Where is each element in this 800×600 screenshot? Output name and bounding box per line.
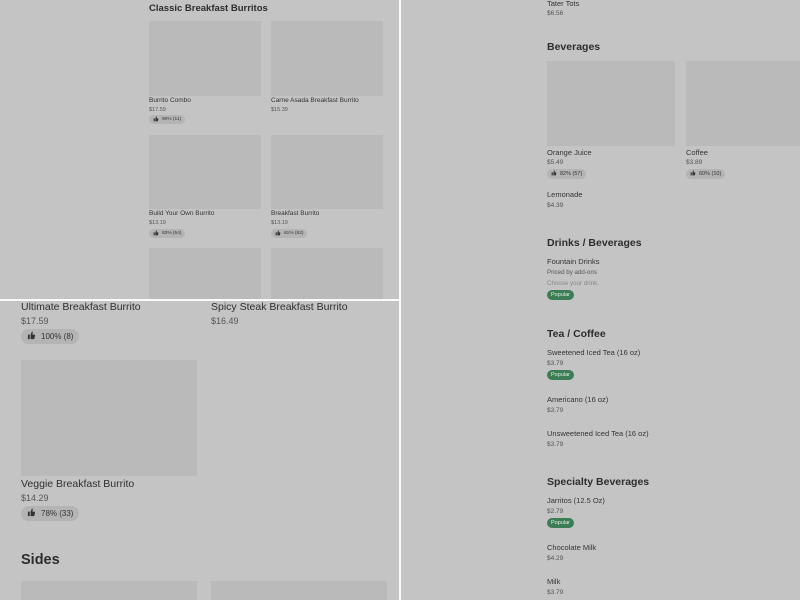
section-title-classic-burritos: Classic Breakfast Burritos bbox=[149, 3, 268, 14]
popular-badge: Popular bbox=[547, 518, 574, 528]
item-price: $13.19 bbox=[149, 220, 166, 226]
rating-text: 78% (33) bbox=[41, 509, 74, 518]
item-price: $15.39 bbox=[271, 107, 288, 113]
item-name[interactable]: Orange Juice bbox=[547, 148, 592, 157]
item-name[interactable]: Unsweetened Iced Tea (16 oz) bbox=[547, 429, 649, 438]
item-name[interactable]: Fountain Drinks bbox=[547, 257, 600, 266]
popular-badge: Popular bbox=[547, 290, 574, 300]
rating-badge: 100% (8) bbox=[21, 329, 80, 344]
section-title-tea-coffee: Tea / Coffee bbox=[547, 328, 606, 340]
item-price: $6.56 bbox=[547, 10, 564, 17]
vertical-divider bbox=[399, 0, 401, 600]
item-image[interactable] bbox=[211, 581, 387, 600]
rating-text: 82% (57) bbox=[560, 171, 583, 177]
thumbs-up-icon bbox=[153, 229, 159, 238]
item-name[interactable]: Sweetened Iced Tea (16 oz) bbox=[547, 348, 640, 357]
item-name[interactable]: Jarritos (12.5 Oz) bbox=[547, 496, 605, 505]
rating-text: 60% (10) bbox=[699, 171, 722, 177]
item-image-breakfast-burrito[interactable] bbox=[271, 135, 383, 209]
thumbs-up-icon bbox=[27, 331, 36, 342]
item-image[interactable] bbox=[149, 248, 261, 299]
section-title-specialty: Specialty Beverages bbox=[547, 476, 650, 488]
item-note: Choose your drink. bbox=[547, 280, 599, 287]
rating-badge: 60% (10) bbox=[686, 169, 726, 179]
item-name[interactable]: Spicy Steak Breakfast Burrito bbox=[211, 301, 348, 313]
rating-text: 90% (11) bbox=[162, 117, 182, 122]
item-price: $5.49 bbox=[547, 159, 564, 166]
horizontal-divider bbox=[0, 299, 399, 301]
thumbs-up-icon bbox=[551, 170, 557, 178]
item-price: $17.59 bbox=[21, 316, 49, 326]
thumbs-up-icon bbox=[275, 229, 281, 238]
section-title-sides: Sides bbox=[21, 552, 60, 568]
item-image-coffee[interactable] bbox=[686, 61, 800, 146]
item-image-veggie-burrito[interactable] bbox=[21, 360, 197, 476]
item-image-burrito-combo[interactable] bbox=[149, 21, 261, 96]
section-title-beverages: Beverages bbox=[547, 41, 601, 53]
panel-top-left: Classic Breakfast Burritos Burrito Combo… bbox=[0, 0, 399, 299]
item-name[interactable]: Build Your Own Burrito bbox=[149, 210, 214, 217]
item-name[interactable]: Milk bbox=[547, 577, 560, 586]
thumbs-up-icon bbox=[690, 170, 696, 178]
item-name[interactable]: Chocolate Milk bbox=[547, 543, 596, 552]
item-price: $17.59 bbox=[149, 107, 166, 113]
item-price: $4.29 bbox=[547, 555, 564, 562]
item-price: $14.29 bbox=[21, 493, 49, 503]
rating-badge: 78% (33) bbox=[21, 506, 80, 521]
item-image-build-your-own[interactable] bbox=[149, 135, 261, 209]
rating-text: 81% (82) bbox=[284, 231, 304, 236]
item-image-carne-asada[interactable] bbox=[271, 21, 383, 96]
item-name[interactable]: Breakfast Burrito bbox=[271, 210, 319, 217]
panel-bottom-left: Ultimate Breakfast Burrito $17.59 100% (… bbox=[0, 301, 399, 600]
item-name[interactable]: Ultimate Breakfast Burrito bbox=[21, 301, 141, 313]
item-image-orange-juice[interactable] bbox=[547, 61, 675, 146]
rating-badge: 83% (54) bbox=[149, 229, 186, 238]
item-price: $2.79 bbox=[547, 508, 564, 515]
rating-badge: 81% (82) bbox=[271, 229, 308, 238]
item-price: $3.89 bbox=[686, 159, 703, 166]
item-name[interactable]: Carne Asada Breakfast Burrito bbox=[271, 97, 359, 104]
item-subtitle: Priced by add-ons bbox=[547, 269, 597, 276]
rating-text: 100% (8) bbox=[41, 332, 74, 341]
item-price: $16.49 bbox=[211, 316, 239, 326]
panel-right: Tater Tots $6.56 Beverages Orange Juice … bbox=[401, 0, 800, 600]
rating-badge: 82% (57) bbox=[547, 169, 587, 179]
item-name[interactable]: Burrito Combo bbox=[149, 97, 191, 104]
thumbs-up-icon bbox=[153, 115, 159, 124]
rating-badge: 90% (11) bbox=[149, 115, 186, 124]
item-image[interactable] bbox=[271, 248, 383, 299]
section-title-drinks: Drinks / Beverages bbox=[547, 237, 642, 249]
item-price: $3.79 bbox=[547, 589, 564, 596]
item-price: $4.39 bbox=[547, 202, 564, 209]
thumbs-up-icon bbox=[27, 508, 36, 519]
item-name[interactable]: Tater Tots bbox=[547, 0, 579, 8]
item-price: $3.79 bbox=[547, 407, 564, 414]
rating-text: 83% (54) bbox=[162, 231, 182, 236]
item-name[interactable]: Lemonade bbox=[547, 190, 582, 199]
item-image[interactable] bbox=[21, 581, 197, 600]
item-name[interactable]: Americano (16 oz) bbox=[547, 395, 608, 404]
item-name[interactable]: Veggie Breakfast Burrito bbox=[21, 478, 134, 490]
item-price: $3.79 bbox=[547, 441, 564, 448]
popular-badge: Popular bbox=[547, 370, 574, 380]
item-price: $13.19 bbox=[271, 220, 288, 226]
item-price: $3.79 bbox=[547, 360, 564, 367]
item-name[interactable]: Coffee bbox=[686, 148, 708, 157]
